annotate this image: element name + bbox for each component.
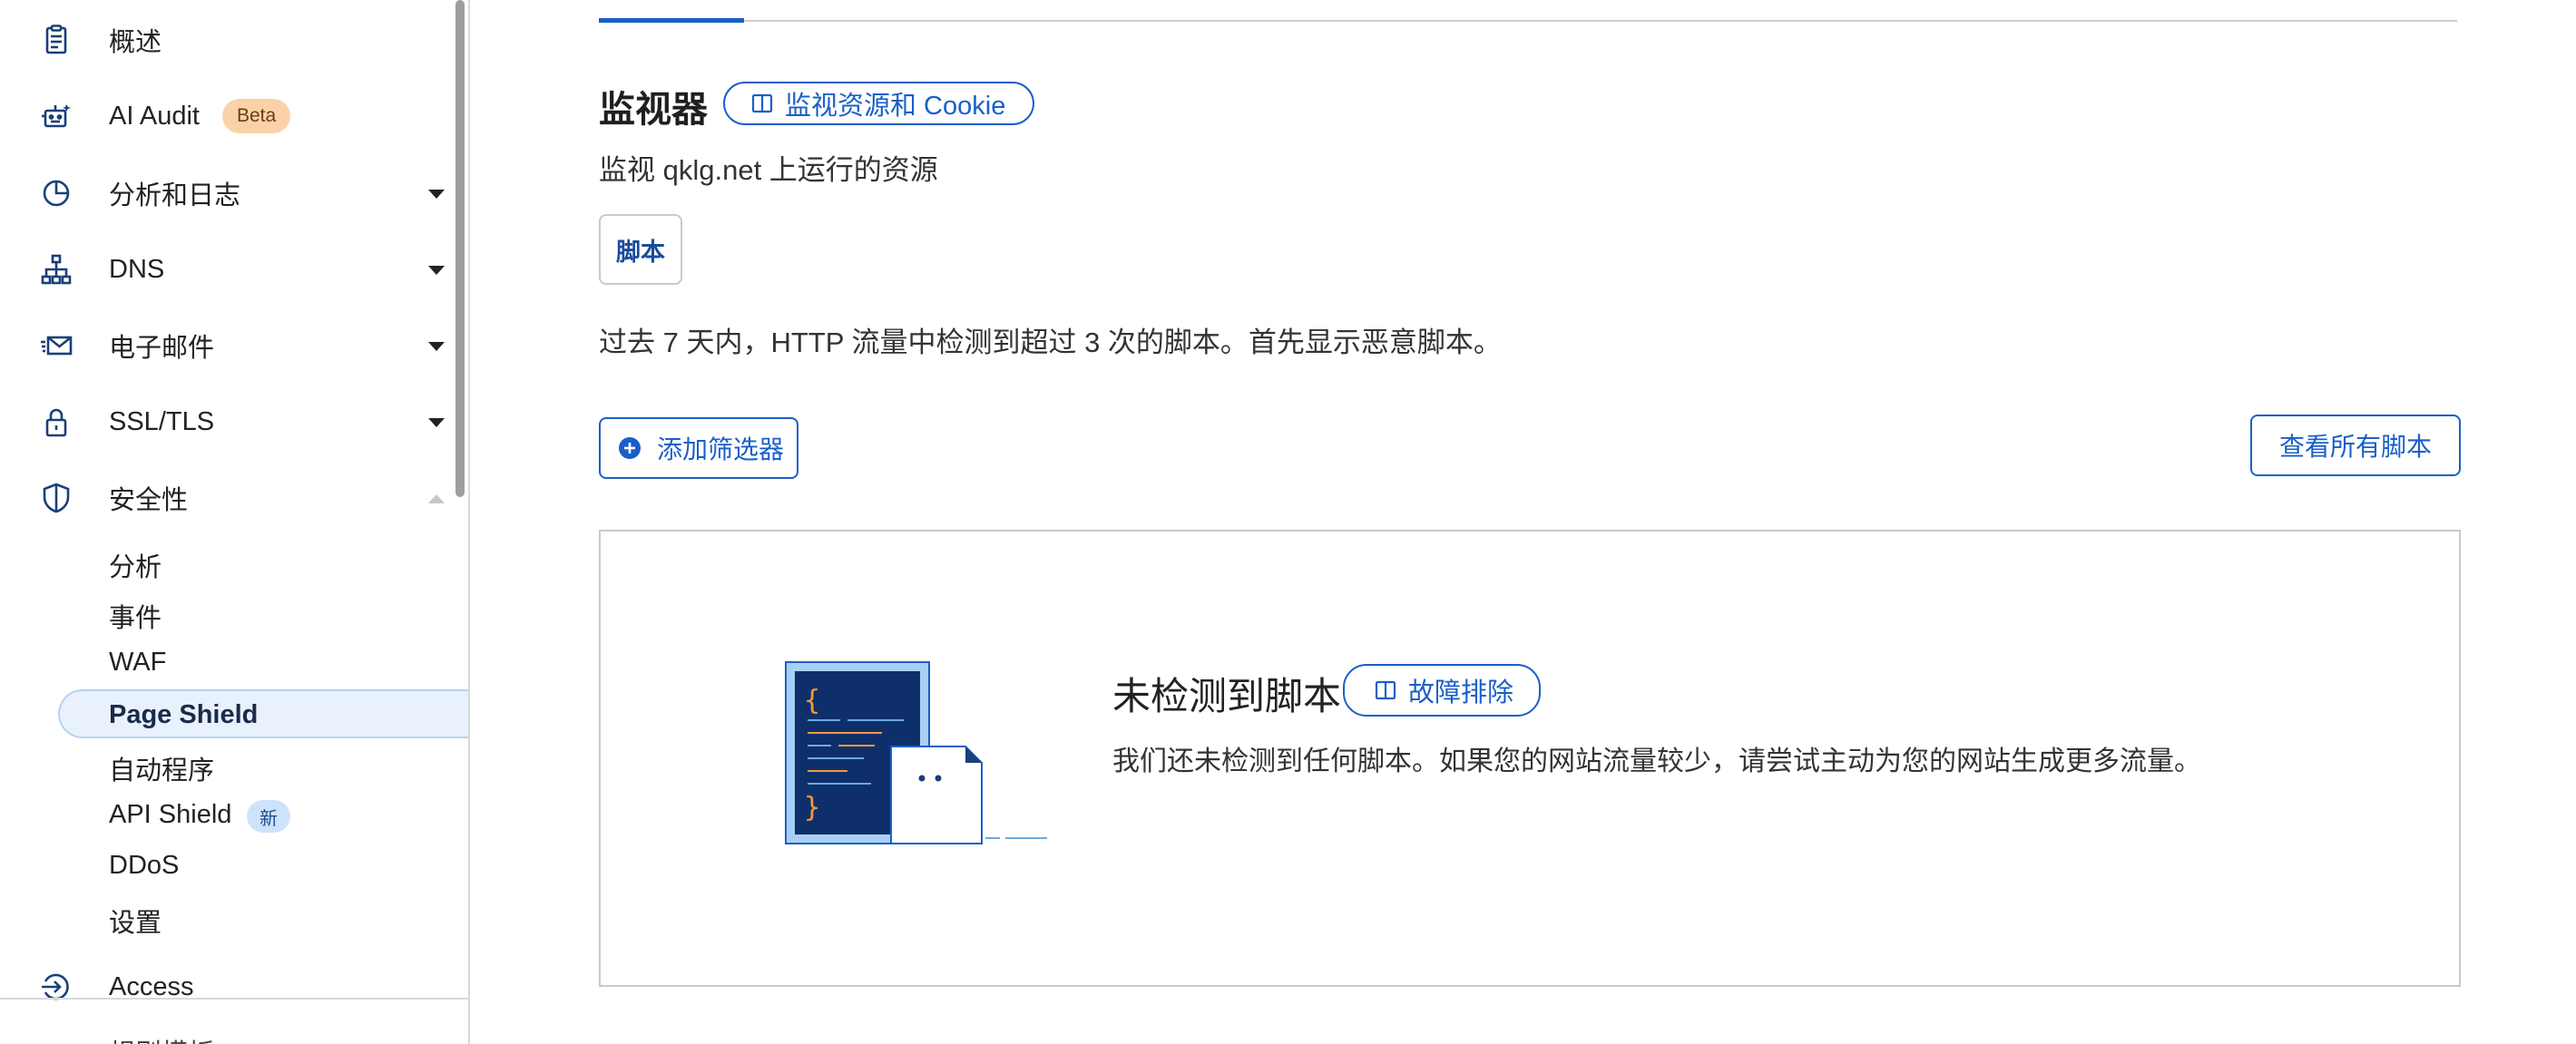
sidebar-item-label: 概述	[109, 28, 162, 57]
plus-circle-icon	[619, 437, 641, 459]
lock-icon	[38, 405, 74, 438]
view-all-scripts-button[interactable]: 查看所有脚本	[2250, 415, 2461, 476]
sidebar-subitem-label: Page Shield	[109, 700, 259, 729]
page-subtitle: 监视 qklg.net 上运行的资源	[599, 154, 938, 186]
troubleshoot-link-label: 故障排除	[1408, 678, 1514, 707]
sidebar-item-ai-audit[interactable]: AI Audit Beta	[0, 89, 454, 143]
tab-active-indicator	[599, 18, 744, 23]
sidebar-item-dns[interactable]: DNS	[0, 242, 454, 297]
sidebar-item-overview[interactable]: 概述	[0, 13, 454, 67]
sidebar-item-label: 安全性	[109, 486, 189, 515]
sidebar-subitem-settings[interactable]: 设置	[109, 902, 162, 940]
sidebar-item-rule-templates[interactable]: 规则模板	[109, 1032, 214, 1044]
code-file-illustration: { }	[785, 661, 1047, 844]
add-filter-button[interactable]: 添加筛选器	[599, 417, 798, 479]
empty-state-title: 未检测到脚本	[1112, 675, 1342, 717]
add-filter-label: 添加筛选器	[657, 435, 785, 463]
sidebar-item-security[interactable]: 安全性	[0, 471, 454, 525]
monitor-docs-link[interactable]: 监视资源和 Cookie	[723, 82, 1035, 125]
sidebar-nav: 概述 AI Audit Beta 分析和日志 DNS 电子邮件 SSL/TLS	[0, 0, 470, 1044]
email-icon	[38, 329, 74, 362]
sidebar-item-label: DNS	[109, 254, 165, 284]
sidebar-subitem-api-shield[interactable]: API Shield	[109, 800, 231, 830]
sidebar-item-label: AI Audit	[109, 101, 200, 131]
sidebar-item-analytics-logs[interactable]: 分析和日志	[0, 166, 454, 220]
svg-text:{: {	[804, 685, 820, 717]
sidebar-subitem-analytics[interactable]: 分析	[109, 546, 162, 584]
tab-scripts[interactable]: 脚本	[599, 214, 682, 285]
sidebar-item-label: SSL/TLS	[109, 406, 215, 436]
empty-state-panel: { } 未检测到脚本 故障排除 我们还未检测到任何脚本。如果您的网站流量较少，请…	[599, 530, 2461, 987]
sidebar-item-ssl-tls[interactable]: SSL/TLS	[0, 395, 454, 449]
empty-state-message: 我们还未检测到任何脚本。如果您的网站流量较少，请尝试主动为您的网站生成更多流量。	[1112, 746, 2201, 776]
sidebar-subitem-page-shield[interactable]: Page Shield	[58, 689, 468, 738]
sidebar-item-label: 分析和日志	[109, 181, 241, 210]
sidebar-item-label: 电子邮件	[109, 334, 215, 363]
new-badge: 新	[247, 800, 290, 833]
robot-icon	[38, 100, 74, 132]
sidebar-subitem-events[interactable]: 事件	[109, 597, 162, 635]
sidebar-divider	[0, 998, 468, 1000]
pie-chart-icon	[38, 177, 74, 210]
chevron-down-icon	[428, 190, 445, 199]
troubleshoot-link[interactable]: 故障排除	[1343, 664, 1542, 717]
sidebar-scrollbar[interactable]	[455, 0, 465, 497]
book-icon	[1375, 680, 1396, 700]
beta-badge: Beta	[222, 99, 291, 133]
chevron-down-icon	[428, 342, 445, 351]
chevron-up-icon	[428, 494, 445, 503]
sidebar-item-email[interactable]: 电子邮件	[0, 318, 454, 373]
chevron-down-icon	[428, 266, 445, 275]
section-title: 监视器	[599, 90, 708, 130]
sidebar-item-access[interactable]: Access	[0, 960, 454, 1014]
tab-bar-divider	[599, 20, 2457, 22]
book-icon	[751, 93, 773, 113]
monitor-docs-link-label: 监视资源和 Cookie	[785, 92, 1006, 121]
scripts-description: 过去 7 天内，HTTP 流量中检测到超过 3 次的脚本。首先显示恶意脚本。	[599, 327, 1502, 358]
network-icon	[38, 253, 74, 286]
clipboard-icon	[38, 24, 74, 56]
shield-icon	[38, 482, 74, 514]
svg-text:}: }	[804, 792, 820, 824]
chevron-down-icon	[428, 418, 445, 427]
sidebar-subitem-ddos[interactable]: DDoS	[109, 851, 179, 881]
sidebar-subitem-bots[interactable]: 自动程序	[109, 749, 214, 787]
sidebar-subitem-waf[interactable]: WAF	[109, 648, 166, 678]
